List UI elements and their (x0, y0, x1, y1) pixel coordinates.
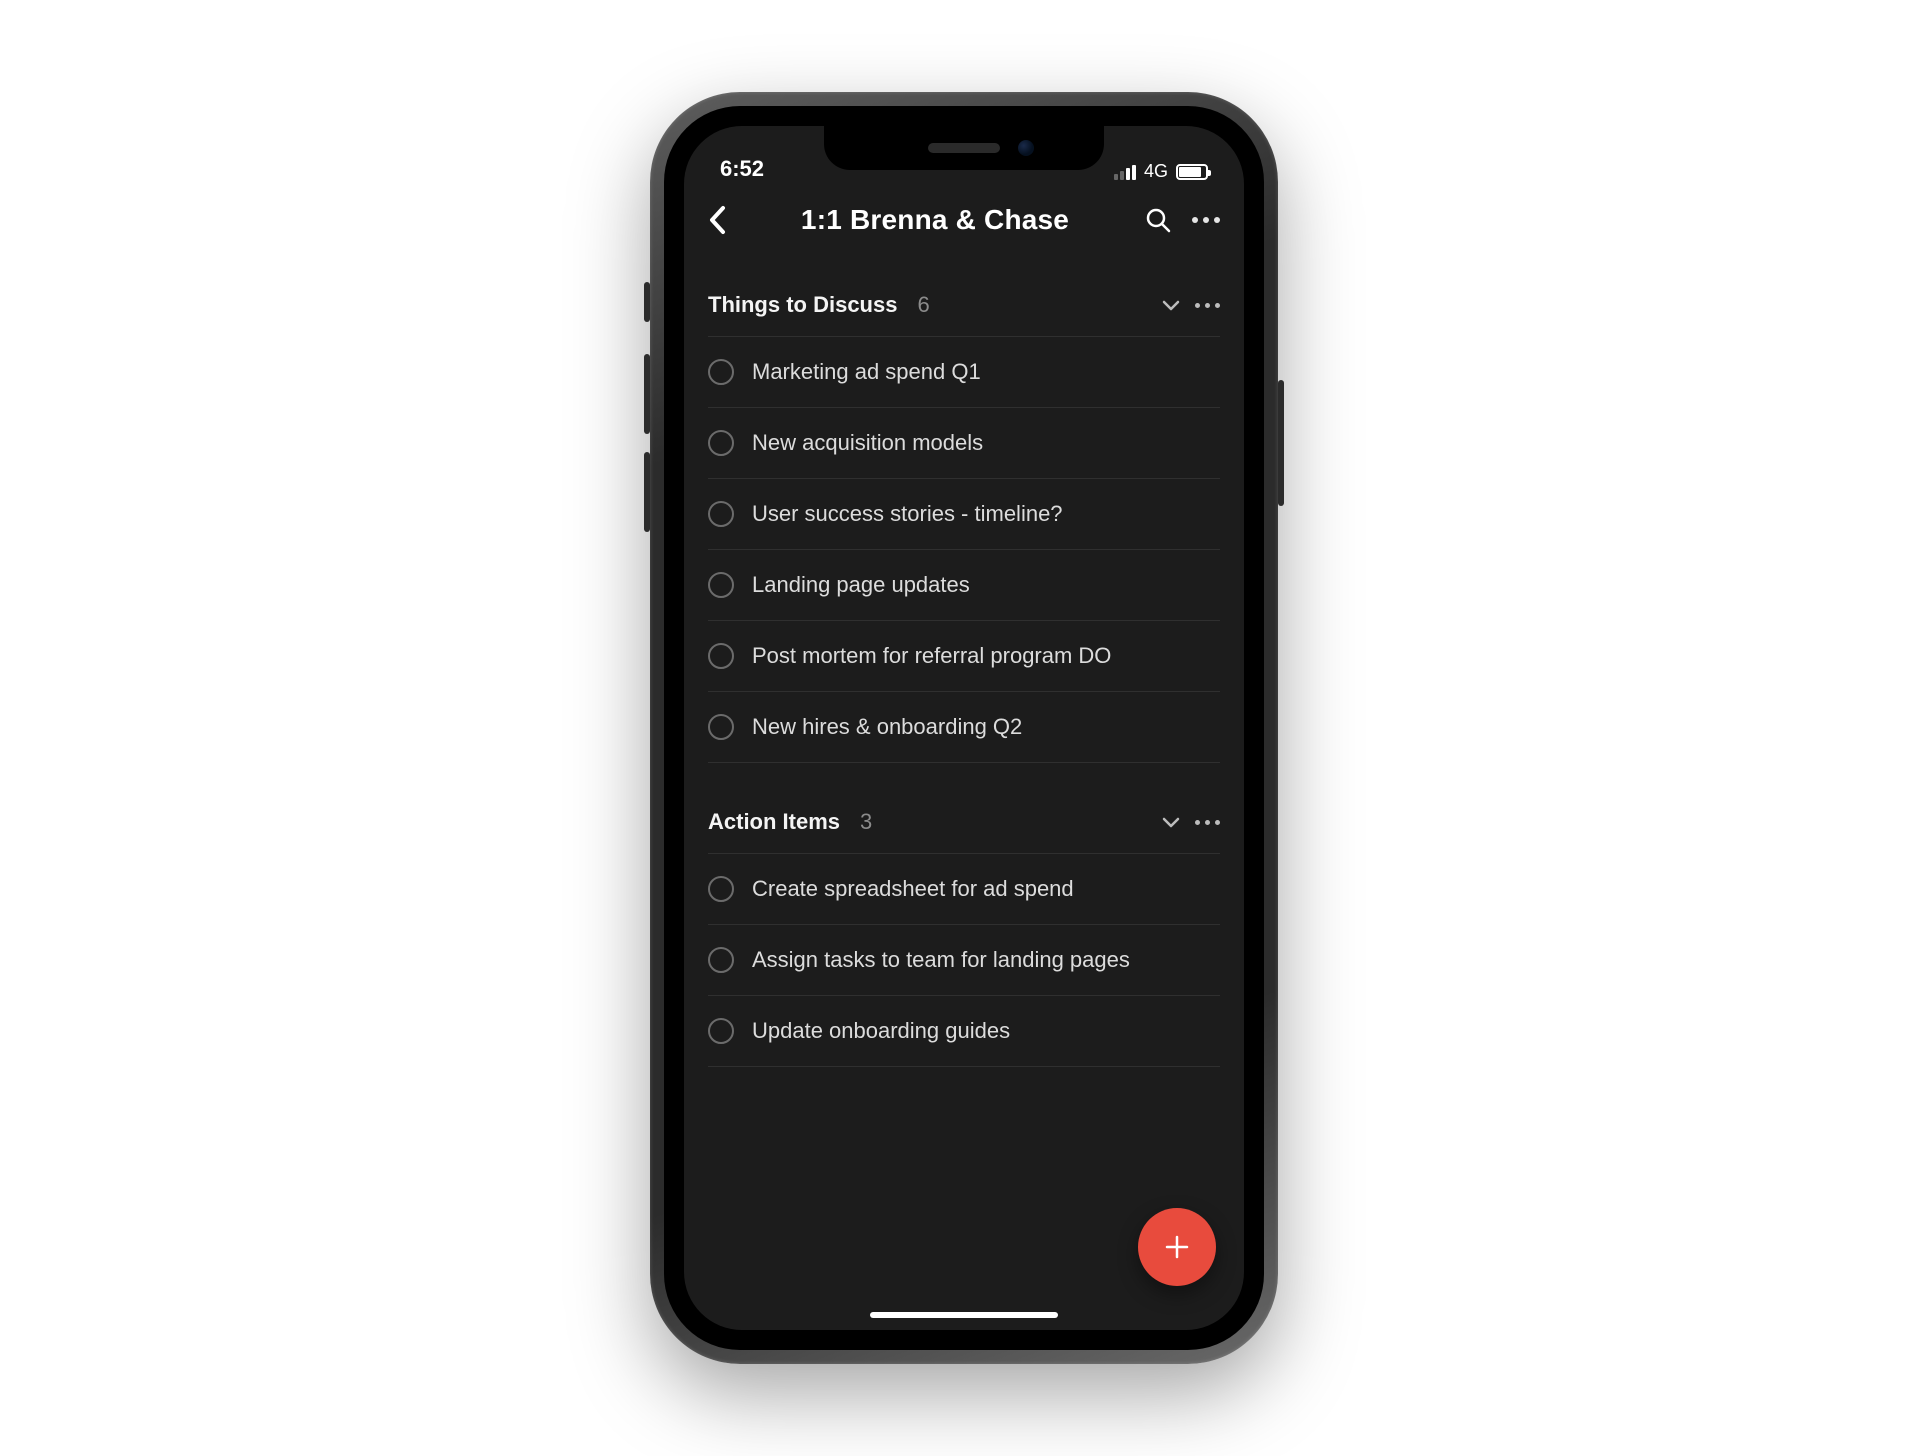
section-more-button[interactable] (1195, 820, 1220, 825)
more-options-button[interactable] (1192, 217, 1220, 223)
section-header[interactable]: Things to Discuss 6 (708, 286, 1220, 336)
mute-switch[interactable] (644, 282, 650, 322)
checkbox-icon[interactable] (708, 430, 734, 456)
section-title: Action Items (708, 809, 840, 835)
task-label: Landing page updates (752, 572, 970, 598)
task-row[interactable]: Landing page updates (708, 549, 1220, 620)
section-count: 3 (860, 809, 872, 835)
speaker-grill (928, 143, 1000, 153)
section-header[interactable]: Action Items 3 (708, 803, 1220, 853)
checkbox-icon[interactable] (708, 876, 734, 902)
status-time: 6:52 (720, 156, 764, 181)
section-more-button[interactable] (1195, 303, 1220, 308)
chevron-down-icon[interactable] (1161, 298, 1181, 312)
task-row[interactable]: Assign tasks to team for landing pages (708, 924, 1220, 995)
task-label: New hires & onboarding Q2 (752, 714, 1022, 740)
content-area[interactable]: Things to Discuss 6 (684, 256, 1244, 1330)
notch (824, 126, 1104, 170)
checkbox-icon[interactable] (708, 501, 734, 527)
checkbox-icon[interactable] (708, 643, 734, 669)
task-label: Post mortem for referral program DO (752, 643, 1111, 669)
add-task-button[interactable] (1138, 1208, 1216, 1286)
battery-icon (1176, 164, 1208, 180)
checkbox-icon[interactable] (708, 1018, 734, 1044)
checkbox-icon[interactable] (708, 947, 734, 973)
task-row[interactable]: New hires & onboarding Q2 (708, 691, 1220, 763)
checkbox-icon[interactable] (708, 359, 734, 385)
task-row[interactable]: Marketing ad spend Q1 (708, 336, 1220, 407)
section-count: 6 (917, 292, 929, 318)
page-title: 1:1 Brenna & Chase (746, 204, 1124, 236)
checkbox-icon[interactable] (708, 714, 734, 740)
volume-up[interactable] (644, 354, 650, 434)
front-camera (1018, 140, 1034, 156)
section-things-to-discuss: Things to Discuss 6 (684, 286, 1244, 763)
signal-icon (1114, 164, 1136, 180)
home-indicator[interactable] (870, 1312, 1058, 1318)
nav-header: 1:1 Brenna & Chase (684, 186, 1244, 256)
network-label: 4G (1144, 161, 1168, 182)
task-list: Marketing ad spend Q1 New acquisition mo… (708, 336, 1220, 763)
task-row[interactable]: Update onboarding guides (708, 995, 1220, 1067)
task-list: Create spreadsheet for ad spend Assign t… (708, 853, 1220, 1067)
phone-frame: 6:52 4G (650, 92, 1278, 1364)
checkbox-icon[interactable] (708, 572, 734, 598)
search-button[interactable] (1144, 206, 1172, 234)
task-row[interactable]: Post mortem for referral program DO (708, 620, 1220, 691)
task-label: Marketing ad spend Q1 (752, 359, 981, 385)
section-action-items: Action Items 3 (684, 803, 1244, 1067)
task-label: New acquisition models (752, 430, 983, 456)
back-button[interactable] (708, 205, 726, 235)
task-label: Create spreadsheet for ad spend (752, 876, 1074, 902)
power-button[interactable] (1278, 380, 1284, 506)
volume-down[interactable] (644, 452, 650, 532)
task-label: User success stories - timeline? (752, 501, 1063, 527)
task-label: Assign tasks to team for landing pages (752, 947, 1130, 973)
task-row[interactable]: New acquisition models (708, 407, 1220, 478)
task-row[interactable]: User success stories - timeline? (708, 478, 1220, 549)
task-row[interactable]: Create spreadsheet for ad spend (708, 853, 1220, 924)
screen: 6:52 4G (684, 126, 1244, 1330)
section-title: Things to Discuss (708, 292, 897, 318)
chevron-down-icon[interactable] (1161, 815, 1181, 829)
task-label: Update onboarding guides (752, 1018, 1010, 1044)
